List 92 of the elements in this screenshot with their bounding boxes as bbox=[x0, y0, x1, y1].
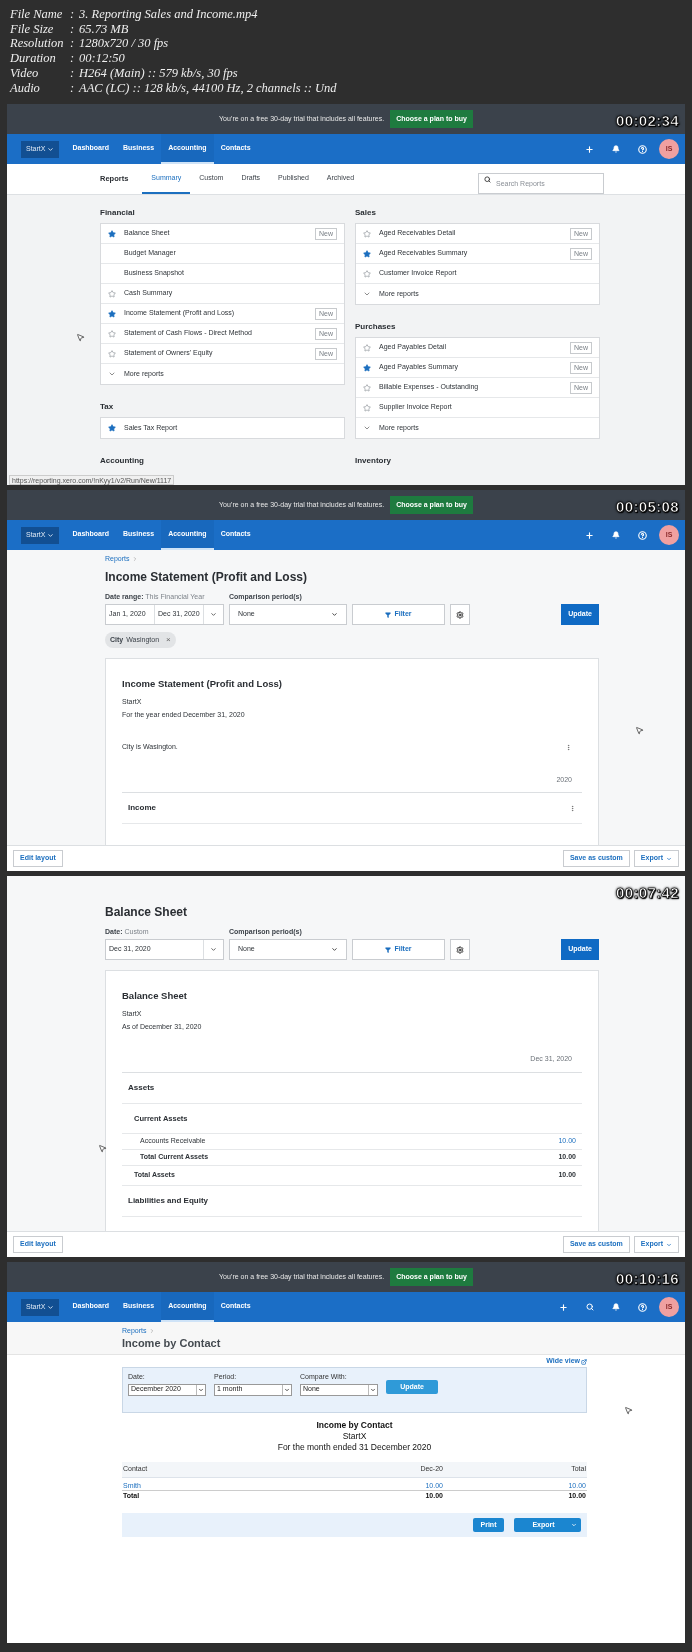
section-heading: Tax bbox=[100, 401, 115, 413]
info-separator: : bbox=[70, 21, 76, 37]
caret-icon bbox=[47, 1303, 55, 1311]
info-label: Audio bbox=[10, 80, 41, 96]
page-title: Balance Sheet bbox=[105, 904, 189, 921]
section-heading: Liabilities and Equity bbox=[128, 1194, 208, 1207]
star-icon[interactable] bbox=[363, 363, 371, 372]
info-value: AAC (LC) :: 128 kb/s, 44100 Hz, 2 channels :: Und bbox=[79, 80, 338, 96]
plus-icon[interactable] bbox=[585, 530, 594, 540]
star-icon[interactable] bbox=[363, 269, 371, 278]
star-icon[interactable] bbox=[363, 343, 371, 352]
page-title: Income Statement (Profit and Loss) bbox=[105, 569, 309, 586]
info-value: H264 (Main) :: 579 kb/s, 30 fps bbox=[79, 65, 239, 81]
section-heading: Income bbox=[128, 802, 156, 815]
star-icon[interactable] bbox=[108, 289, 116, 298]
gear-icon bbox=[456, 945, 464, 954]
star-icon[interactable] bbox=[363, 403, 371, 412]
bell-icon[interactable] bbox=[612, 531, 620, 539]
caret-icon bbox=[47, 531, 55, 539]
section-heading: Sales bbox=[355, 207, 377, 219]
caret-icon bbox=[570, 1522, 577, 1528]
help-icon[interactable] bbox=[638, 1302, 647, 1312]
info-value: 65.73 MB bbox=[79, 21, 130, 37]
settings-button[interactable] bbox=[450, 939, 470, 960]
section-heading: Financial bbox=[100, 207, 136, 219]
info-label: File Name bbox=[10, 7, 64, 22]
section-heading: Accounting bbox=[100, 455, 145, 467]
bell-icon[interactable] bbox=[612, 145, 620, 153]
star-icon[interactable] bbox=[108, 229, 116, 238]
mouse-cursor-icon bbox=[635, 726, 644, 735]
caret-icon bbox=[666, 1241, 672, 1248]
star-icon[interactable] bbox=[363, 383, 371, 392]
info-label: Resolution bbox=[10, 36, 65, 52]
help-icon[interactable] bbox=[638, 144, 647, 154]
gear-icon bbox=[456, 610, 464, 619]
star-icon[interactable] bbox=[363, 229, 371, 238]
section-heading: Inventory bbox=[355, 455, 392, 467]
caret-icon bbox=[210, 946, 217, 953]
remove-filter-button[interactable]: × bbox=[166, 634, 171, 646]
filter-icon bbox=[385, 611, 392, 618]
report-title: Balance Sheet bbox=[122, 989, 188, 1003]
external-link-icon bbox=[581, 1358, 587, 1365]
info-label: Duration bbox=[10, 51, 57, 66]
info-separator: : bbox=[70, 65, 76, 81]
plus-icon[interactable] bbox=[559, 1302, 568, 1312]
info-separator: : bbox=[70, 36, 76, 52]
chevron-icon bbox=[363, 424, 371, 432]
page-title: Income by Contact bbox=[122, 1336, 222, 1351]
star-icon[interactable] bbox=[108, 424, 116, 432]
caret-icon bbox=[198, 1386, 204, 1393]
caret-icon bbox=[370, 1386, 376, 1393]
info-label: Video bbox=[10, 65, 40, 81]
section-heading: Purchases bbox=[355, 321, 397, 333]
info-value: 00:12:50 bbox=[79, 51, 126, 66]
info-separator: : bbox=[70, 51, 76, 66]
filter-icon bbox=[385, 946, 392, 953]
video-timestamp: 00:02:34 bbox=[614, 111, 680, 131]
video-timestamp: 00:10:16 bbox=[614, 1269, 680, 1289]
star-icon[interactable] bbox=[108, 349, 116, 358]
caret-icon bbox=[331, 946, 338, 953]
bell-icon[interactable] bbox=[612, 1303, 620, 1311]
info-value: 1280x720 / 30 fps bbox=[79, 36, 170, 52]
section-heading: Assets bbox=[128, 1081, 155, 1094]
info-value: 3. Reporting Sales and Income.mp4 bbox=[79, 7, 259, 22]
info-separator: : bbox=[70, 7, 76, 22]
chevron-icon bbox=[363, 290, 371, 298]
caret-icon bbox=[284, 1386, 290, 1393]
chevron-icon bbox=[108, 370, 116, 378]
star-icon[interactable] bbox=[108, 329, 116, 338]
video-timestamp: 00:05:08 bbox=[614, 497, 680, 517]
info-separator: : bbox=[70, 80, 76, 96]
chevron-icon bbox=[148, 1328, 155, 1334]
star-icon[interactable] bbox=[108, 309, 116, 318]
mouse-cursor-icon bbox=[624, 1406, 633, 1415]
search-icon bbox=[484, 175, 491, 183]
mouse-cursor-icon bbox=[76, 333, 85, 342]
settings-button[interactable] bbox=[450, 604, 470, 625]
report-subtitle: For the month ended 31 December 2020 bbox=[277, 1442, 432, 1453]
caret-icon bbox=[666, 855, 672, 862]
caret-icon bbox=[331, 611, 338, 618]
report-title: Income by Contact bbox=[316, 1420, 393, 1431]
video-timestamp: 00:07:42 bbox=[614, 883, 680, 903]
report-subtitle: StartX bbox=[342, 1431, 367, 1442]
chevron-icon bbox=[131, 556, 138, 562]
plus-icon[interactable] bbox=[585, 144, 594, 154]
caret-icon bbox=[47, 145, 55, 153]
report-title: Income Statement (Profit and Loss) bbox=[122, 677, 283, 691]
search-icon[interactable] bbox=[586, 1303, 594, 1311]
caret-icon bbox=[210, 611, 217, 618]
info-label: File Size bbox=[10, 21, 55, 37]
help-icon[interactable] bbox=[638, 530, 647, 540]
star-icon[interactable] bbox=[363, 249, 371, 258]
